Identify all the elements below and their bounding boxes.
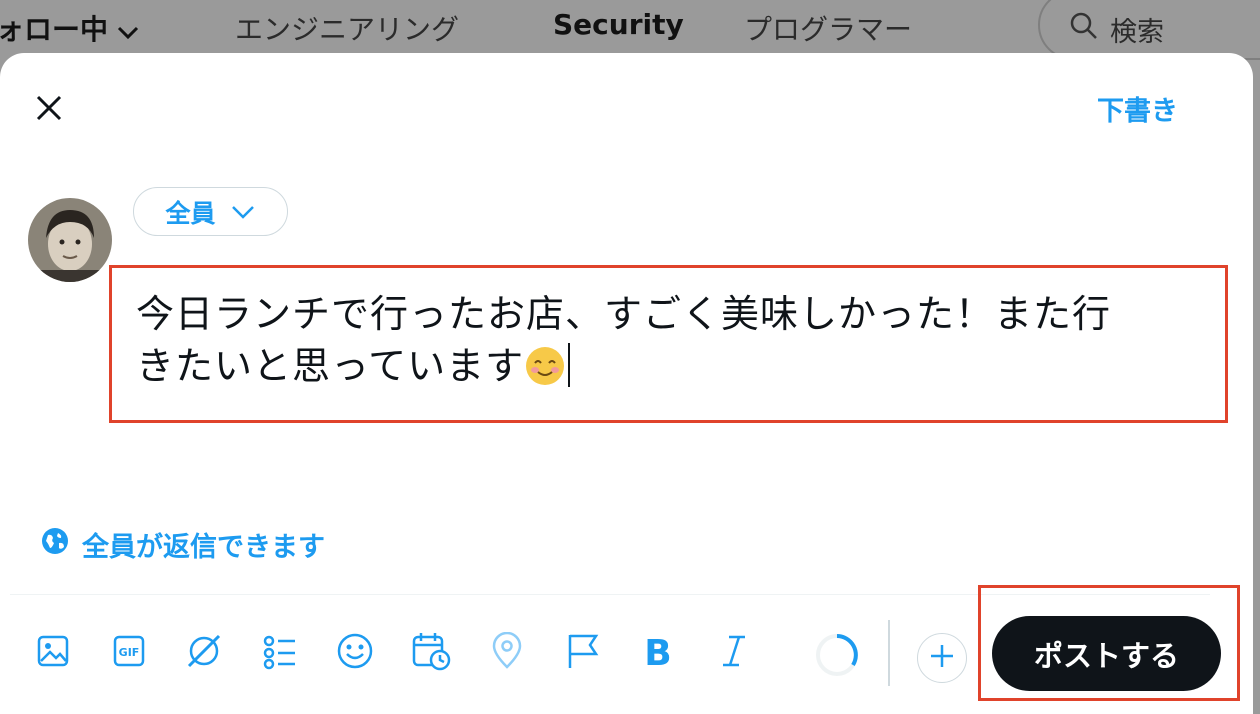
search-icon xyxy=(1068,10,1100,46)
tab-security[interactable]: Security xyxy=(553,8,684,41)
emoji-icon xyxy=(336,632,374,674)
flag-icon xyxy=(565,632,601,674)
gif-icon: GIF xyxy=(112,634,146,672)
schedule-button[interactable] xyxy=(411,633,451,673)
post-text-line-1: 今日ランチで行ったお店、すごく美味しかった！また行 xyxy=(136,292,1112,336)
post-text-line-2: きたいと思っています xyxy=(136,344,525,388)
bold-button[interactable]: B xyxy=(638,633,678,674)
chevron-down-icon xyxy=(116,15,140,48)
gif-button[interactable]: GIF xyxy=(109,633,149,673)
toolbar-separator xyxy=(888,620,890,686)
schedule-icon xyxy=(411,631,451,675)
emoji-button[interactable] xyxy=(335,633,375,673)
character-count-progress xyxy=(813,631,861,683)
search-placeholder: 検索 xyxy=(1110,17,1164,48)
avatar[interactable] xyxy=(28,198,112,282)
italic-button[interactable] xyxy=(714,633,754,673)
bold-icon: B xyxy=(643,633,673,674)
poll-button[interactable] xyxy=(260,633,300,673)
image-icon xyxy=(36,634,70,672)
tab-following[interactable]: ォロー中 xyxy=(0,8,140,48)
svg-text:B: B xyxy=(644,633,671,669)
smiling-face-emoji-icon xyxy=(524,345,566,400)
flag-button[interactable] xyxy=(563,633,603,673)
tab-following-label: ォロー中 xyxy=(0,13,109,46)
poll-icon xyxy=(261,632,299,674)
tab-programmer[interactable]: プログラマー xyxy=(744,8,912,48)
audience-selector[interactable]: 全員 xyxy=(133,187,288,236)
grok-icon xyxy=(185,632,223,674)
italic-icon xyxy=(719,633,749,673)
background-tab-bar: ォロー中 エンジニアリング Security プログラマー 検索 xyxy=(0,0,1260,60)
compose-modal: 下書き 全員 今日ランチで行ったお店、すごく美味しかった！また行 きたいと思って… xyxy=(0,53,1253,714)
close-icon xyxy=(34,93,64,127)
reply-setting-label: 全員が返信できます xyxy=(82,532,325,563)
audience-label: 全員 xyxy=(165,198,216,228)
globe-icon xyxy=(40,526,70,563)
post-text-area[interactable]: 今日ランチで行ったお店、すごく美味しかった！また行 きたいと思っています xyxy=(109,265,1228,423)
post-text-content: 今日ランチで行ったお店、すごく美味しかった！また行 きたいと思っています xyxy=(136,288,1206,400)
grok-button[interactable] xyxy=(184,633,224,673)
post-text-line-2-wrapper: きたいと思っています xyxy=(136,340,1206,400)
svg-text:GIF: GIF xyxy=(119,646,140,659)
location-button[interactable] xyxy=(487,631,527,674)
chevron-down-icon xyxy=(230,197,256,226)
close-button[interactable] xyxy=(30,91,68,129)
location-icon xyxy=(490,631,524,674)
add-post-button[interactable] xyxy=(917,633,967,683)
post-button[interactable]: ポストする xyxy=(992,616,1221,691)
tab-engineering[interactable]: エンジニアリング xyxy=(235,8,459,48)
reply-setting-button[interactable]: 全員が返信できます xyxy=(40,525,325,564)
image-button[interactable] xyxy=(33,633,73,673)
plus-icon xyxy=(929,643,955,673)
text-caret xyxy=(568,343,571,387)
drafts-button[interactable]: 下書き xyxy=(1097,89,1178,128)
